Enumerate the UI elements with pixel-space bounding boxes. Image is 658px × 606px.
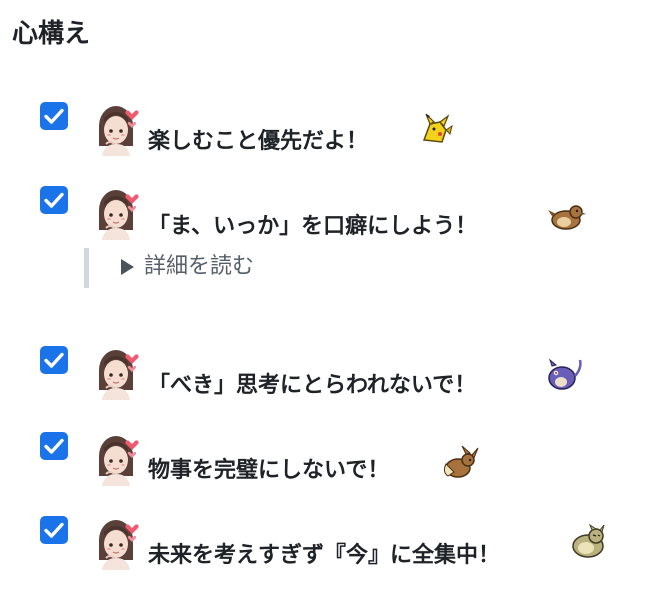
checkmark-icon <box>40 186 68 214</box>
checkmark-icon <box>40 346 68 374</box>
girl-avatar-icon <box>96 104 140 156</box>
section-heading: 心構え <box>12 19 91 49</box>
girl-avatar-icon <box>96 348 140 400</box>
rattata-icon <box>548 358 582 390</box>
pikachu-icon <box>422 113 453 143</box>
pidgey-icon <box>548 205 586 230</box>
task-item: 物事を完璧にしないで！ <box>40 432 640 502</box>
task-item: 楽しむこと優先だよ！ <box>40 102 640 172</box>
task-item: 未来を考えすぎず『今』に全集中！ <box>40 516 640 586</box>
task-checkbox[interactable] <box>40 186 68 214</box>
task-checkbox[interactable] <box>40 346 68 374</box>
task-text: 「べき」思考にとらわれないで！ <box>148 373 477 398</box>
checkmark-icon <box>40 432 68 460</box>
task-checkbox[interactable] <box>40 516 68 544</box>
girl-avatar-icon <box>96 188 140 240</box>
girl-avatar-icon <box>96 434 140 486</box>
details-block: 詳細を読む <box>84 248 384 288</box>
task-checkbox[interactable] <box>40 432 68 460</box>
expand-triangle-icon <box>121 259 134 275</box>
task-checkbox[interactable] <box>40 102 68 130</box>
task-item: 「べき」思考にとらわれないで！ <box>40 346 640 416</box>
checkmark-icon <box>40 516 68 544</box>
details-summary-label: 詳細を読む <box>144 254 255 279</box>
task-text: 楽しむこと優先だよ！ <box>148 129 369 154</box>
task-text: 物事を完璧にしないで！ <box>148 458 390 483</box>
details-summary[interactable]: 詳細を読む <box>121 252 254 282</box>
girl-avatar-icon <box>96 518 140 570</box>
eevee-icon <box>443 445 479 478</box>
task-text: 未来を考えすぎず『今』に全集中！ <box>148 543 501 568</box>
task-item: 「ま、いっか」を口癖にしよう！ <box>40 186 640 256</box>
checkmark-icon <box>40 102 68 130</box>
snorlax-icon <box>572 523 605 558</box>
